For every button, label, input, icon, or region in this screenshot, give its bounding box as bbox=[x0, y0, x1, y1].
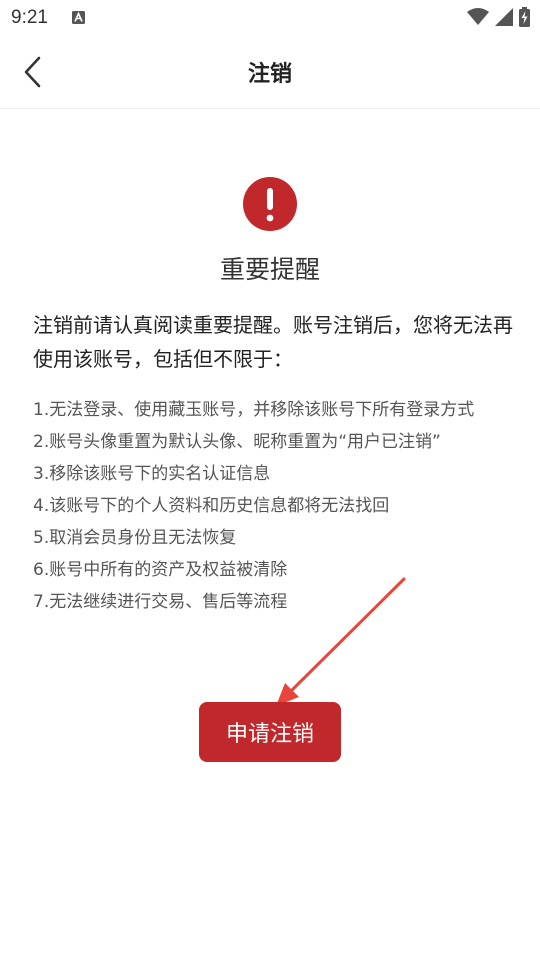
rule-item: 2.账号头像重置为默认头像、昵称重置为“用户已注销” bbox=[33, 432, 441, 452]
intro-text: 注销前请认真阅读重要提醒。账号注销后，您将无法再使用该账号，包括但不限于： bbox=[33, 313, 513, 371]
rule-item: 3.移除该账号下的实名认证信息 bbox=[33, 464, 271, 484]
signal-icon bbox=[495, 8, 513, 26]
a-box-icon bbox=[72, 11, 85, 24]
rules-list: 1.无法登录、使用藏玉账号，并移除该账号下所有登录方式 2.账号头像重置为默认头… bbox=[33, 394, 513, 618]
rule-item: 5.取消会员身份且无法恢复 bbox=[33, 528, 237, 548]
status-icons bbox=[467, 7, 530, 27]
nav-bar: 注销 bbox=[0, 36, 540, 109]
reminder-heading: 重要提醒 bbox=[219, 255, 320, 284]
rule-item: 1.无法登录、使用藏玉账号，并移除该账号下所有登录方式 bbox=[33, 400, 475, 420]
exclamation-circle-icon bbox=[243, 177, 297, 231]
rule-item: 7.无法继续进行交易、售后等流程 bbox=[33, 592, 288, 612]
battery-charging-icon bbox=[519, 7, 530, 27]
status-bar: 9:21 bbox=[0, 0, 540, 36]
rule-item: 6.账号中所有的资产及权益被清除 bbox=[33, 560, 288, 580]
wifi-icon bbox=[467, 8, 489, 25]
rule-item: 4.该账号下的个人资料和历史信息都将无法找回 bbox=[33, 496, 390, 516]
status-time: 9:21 bbox=[11, 7, 48, 28]
apply-cancellation-button[interactable]: 申请注销 bbox=[199, 702, 341, 762]
page-title: 注销 bbox=[247, 62, 292, 87]
